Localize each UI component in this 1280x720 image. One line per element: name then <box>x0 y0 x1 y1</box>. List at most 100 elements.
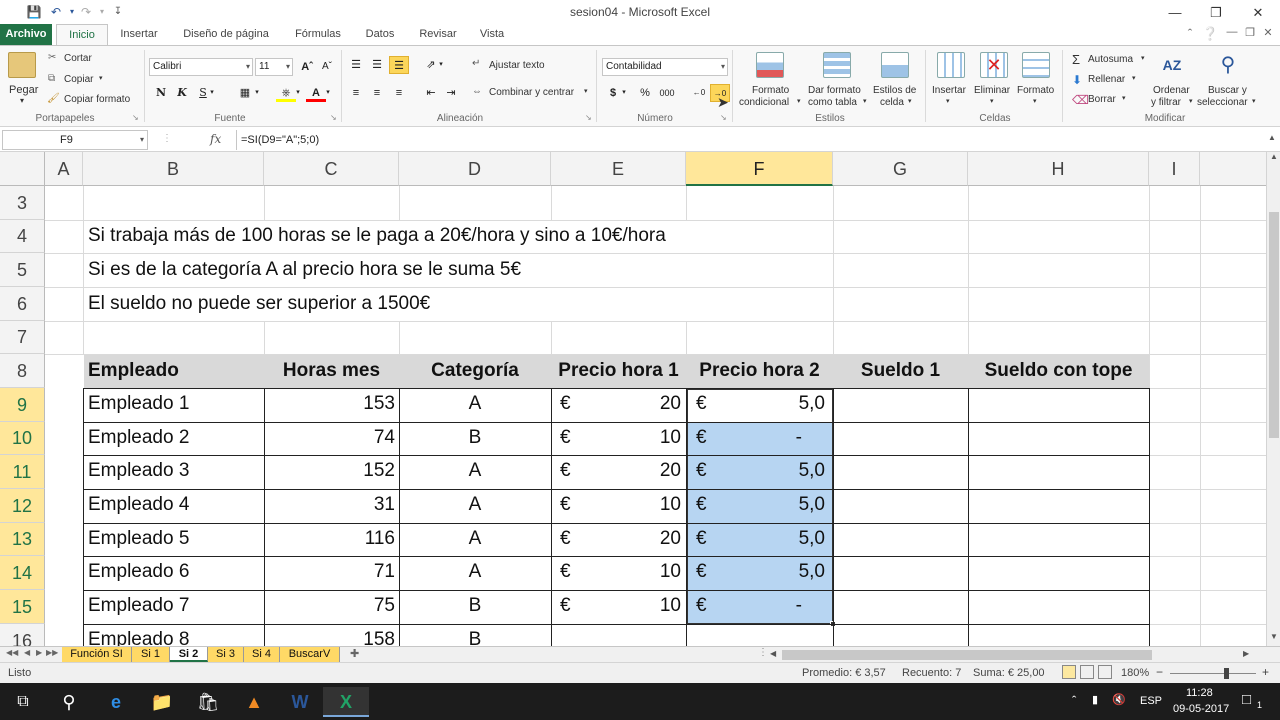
sheet-tab-si-1[interactable]: Si 1 <box>132 647 170 662</box>
cell-categoria[interactable]: A <box>399 561 551 583</box>
insert-cells-dropdown-icon[interactable]: ▾ <box>946 97 950 105</box>
vertical-scrollbar[interactable]: ▲ ▼ <box>1266 152 1280 646</box>
cell-empleado[interactable]: Empleado 5 <box>84 528 193 550</box>
copy-label[interactable]: Copiar <box>64 74 93 85</box>
cell-empleado[interactable]: Empleado 4 <box>84 494 193 516</box>
wrap-text-icon[interactable]: ↵ <box>472 58 480 69</box>
word-icon[interactable]: W <box>277 687 323 717</box>
format-table-label-2[interactable]: como tabla <box>808 97 857 108</box>
cell-precio-2[interactable]: 5,0 <box>686 494 829 516</box>
insert-function-icon[interactable]: fx <box>210 132 221 146</box>
portapapeles-launcher-icon[interactable]: ↘ <box>132 113 139 122</box>
cut-icon[interactable]: ✂ <box>48 52 56 63</box>
expand-formula-icon[interactable]: ▲ <box>1268 133 1276 142</box>
font-size-select[interactable]: 11 ▾ <box>255 58 293 76</box>
tab-datos[interactable]: Datos <box>360 24 400 45</box>
scroll-up-icon[interactable]: ▲ <box>1270 152 1278 161</box>
cell-precio-1[interactable]: 20 <box>551 460 685 482</box>
edge-icon[interactable]: e <box>93 687 139 717</box>
scroll-down-icon[interactable]: ▼ <box>1270 632 1278 641</box>
align-middle-icon[interactable]: ☰ <box>367 56 387 74</box>
sort-filter-label-1[interactable]: Ordenar <box>1153 85 1190 96</box>
cell-horas[interactable]: 158 <box>264 629 399 646</box>
column-header-d[interactable]: D <box>399 152 551 186</box>
borders-dropdown-icon[interactable]: ▾ <box>252 84 262 102</box>
doc-minimize-icon[interactable]: — <box>1224 26 1240 38</box>
minimize-icon[interactable]: — <box>1155 2 1195 24</box>
clock-time[interactable]: 11:28 <box>1186 687 1213 699</box>
cell-categoria[interactable]: B <box>399 629 551 646</box>
file-explorer-icon[interactable]: 📁 <box>139 687 185 717</box>
format-cells-icon[interactable] <box>1022 52 1050 78</box>
spreadsheet-grid[interactable]: A B C D E F G H I 3 4 5 6 7 8 9 10 11 12… <box>0 152 1266 646</box>
row-header-10[interactable]: 10 <box>0 422 45 455</box>
autosum-label[interactable]: Autosuma <box>1088 54 1133 65</box>
cell-categoria[interactable]: B <box>399 595 551 617</box>
italic-button[interactable]: K <box>172 84 192 102</box>
align-top-icon[interactable]: ☰ <box>346 56 366 74</box>
tab-archivo[interactable]: Archivo <box>0 24 52 45</box>
cell-horas[interactable]: 75 <box>264 595 399 617</box>
tray-chevron-icon[interactable]: ˆ <box>1072 693 1076 708</box>
tab-formulas[interactable]: Fórmulas <box>288 24 348 45</box>
cell-precio-2[interactable]: 5,0 <box>686 393 829 415</box>
currency-dropdown-icon[interactable]: ▾ <box>619 84 629 102</box>
cell-empleado[interactable]: Empleado 3 <box>84 460 193 482</box>
store-icon[interactable]: 🛍 <box>185 687 231 717</box>
column-header-f[interactable]: F <box>686 152 833 186</box>
new-sheet-icon[interactable]: ✚ <box>350 647 359 660</box>
cell-horas[interactable]: 71 <box>264 561 399 583</box>
underline-dropdown-icon[interactable]: ▾ <box>207 84 217 102</box>
last-sheet-icon[interactable]: ▶▶ <box>46 648 58 657</box>
column-header-c[interactable]: C <box>264 152 399 186</box>
row-header-3[interactable]: 3 <box>0 186 45 220</box>
tab-diseno[interactable]: Diseño de página <box>178 24 274 45</box>
row-header-5[interactable]: 5 <box>0 253 45 287</box>
vertical-scroll-thumb[interactable] <box>1269 212 1279 438</box>
zoom-level[interactable]: 180% <box>1121 667 1149 679</box>
fill-icon[interactable]: ⬇ <box>1072 73 1082 87</box>
cell-precio-2[interactable]: 5,0 <box>686 460 829 482</box>
cell-empleado[interactable]: Empleado 7 <box>84 595 193 617</box>
row-header-8[interactable]: 8 <box>0 354 45 388</box>
header-horas-mes[interactable]: Horas mes <box>264 360 399 382</box>
cell-empleado[interactable]: Empleado 2 <box>84 427 193 449</box>
windows-start-icon[interactable]: ⧉ <box>0 687 46 717</box>
sort-filter-icon[interactable]: AZ <box>1158 52 1186 78</box>
input-language[interactable]: ESP <box>1140 695 1162 707</box>
align-right-icon[interactable]: ≡ <box>389 84 409 102</box>
fill-label[interactable]: Rellenar <box>1088 74 1125 85</box>
split-handle-icon[interactable]: ⋮ <box>758 647 768 658</box>
row-header-11[interactable]: 11 <box>0 455 45 489</box>
cell-horas[interactable]: 116 <box>264 528 399 550</box>
zoom-out-icon[interactable]: − <box>1156 665 1163 679</box>
collapse-ribbon-icon[interactable]: ˆ <box>1182 26 1198 41</box>
restore-icon[interactable]: ❐ <box>1196 2 1236 24</box>
tab-revisar[interactable]: Revisar <box>414 24 462 45</box>
note-line-3[interactable]: El sueldo no puede ser superior a 1500€ <box>84 293 434 315</box>
conditional-format-label-1[interactable]: Formato <box>752 85 789 96</box>
cell-horas[interactable]: 31 <box>264 494 399 516</box>
delete-cells-dropdown-icon[interactable]: ▾ <box>990 97 994 105</box>
grow-font-icon[interactable]: Aˆ <box>297 58 317 76</box>
row-header-7[interactable]: 7 <box>0 321 45 354</box>
cell-empleado[interactable]: Empleado 8 <box>84 629 193 646</box>
sheet-tab-si-2[interactable]: Si 2 <box>170 647 208 662</box>
merge-center-icon[interactable]: ⇔ <box>472 86 482 97</box>
align-center-icon[interactable]: ≡ <box>367 84 387 102</box>
sort-filter-label-2[interactable]: y filtrar <box>1151 97 1181 108</box>
format-as-table-icon[interactable] <box>823 52 851 78</box>
fill-dropdown-icon[interactable]: ▾ <box>293 84 303 102</box>
cell-styles-label-2[interactable]: celda <box>880 97 904 108</box>
find-select-icon[interactable]: ⚲ <box>1214 52 1242 78</box>
row-header-15[interactable]: 15 <box>0 590 45 624</box>
insert-cells-label[interactable]: Insertar <box>932 85 966 96</box>
numero-launcher-icon[interactable]: ↘ <box>720 113 727 122</box>
copy-dropdown-icon[interactable]: ▾ <box>99 74 103 82</box>
cell-precio-1[interactable]: 20 <box>551 528 685 550</box>
normal-view-icon[interactable] <box>1062 665 1076 679</box>
page-layout-icon[interactable] <box>1080 665 1094 679</box>
copy-icon[interactable]: ⧉ <box>48 73 55 84</box>
autosum-dropdown-icon[interactable]: ▾ <box>1141 54 1145 62</box>
cell-styles-dropdown-icon[interactable]: ▾ <box>908 97 912 105</box>
